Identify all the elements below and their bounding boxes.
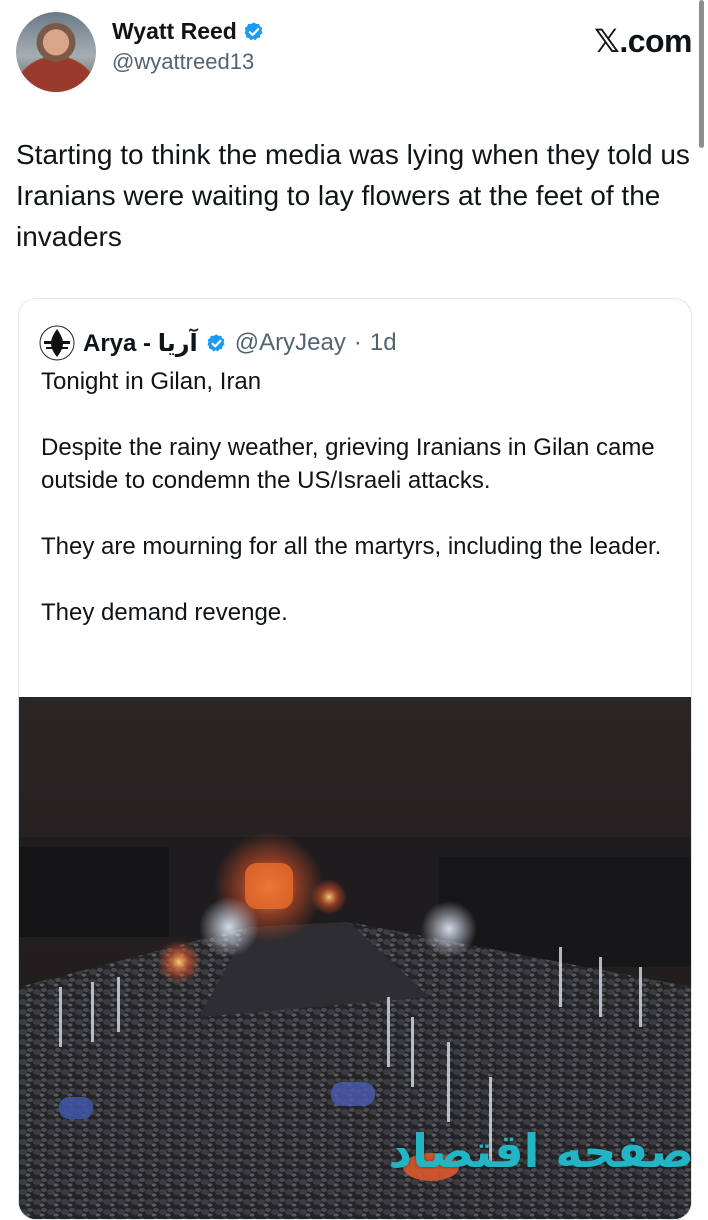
author-name[interactable]: Wyatt Reed [112, 18, 237, 45]
watermark-logo: صفحه اقتصاد [388, 1124, 695, 1178]
quoted-author-handle[interactable]: @AryJeay [235, 329, 346, 357]
quoted-tweet-text: Tonight in Gilan, Iran Despite the rainy… [41, 365, 681, 662]
tweet-text: Starting to think the media was lying wh… [16, 139, 690, 252]
quoted-paragraph: They demand revenge. [41, 599, 288, 626]
author-block: Wyatt Reed @wyattreed13 [112, 18, 265, 75]
quoted-tweet-header: Arya - آریا @AryJeay · 1d [39, 325, 397, 361]
meta-separator: · [353, 329, 362, 356]
verified-badge-icon [244, 21, 263, 40]
quoted-paragraph: Tonight in Gilan, Iran [41, 368, 262, 395]
author-name-row: Wyatt Reed [112, 18, 265, 45]
verified-badge-icon [207, 333, 225, 351]
quoted-timestamp[interactable]: 1d [370, 329, 397, 357]
quoted-author-avatar[interactable] [39, 325, 75, 361]
scrollbar[interactable] [699, 0, 704, 148]
quoted-paragraph: They are mourning for all the martyrs, i… [41, 533, 662, 560]
tweet-header: Wyatt Reed @wyattreed13 𝕏.com [16, 8, 692, 92]
author-avatar[interactable] [16, 12, 96, 92]
quoted-paragraph: Despite the rainy weather, grieving Iran… [41, 434, 655, 494]
quoted-tweet-card[interactable]: Arya - آریا @AryJeay · 1d Tonight in Gil… [18, 298, 692, 1220]
author-handle[interactable]: @wyattreed13 [112, 49, 265, 75]
quoted-author-name[interactable]: Arya - آریا [83, 329, 198, 358]
site-logo: 𝕏.com [594, 23, 692, 59]
